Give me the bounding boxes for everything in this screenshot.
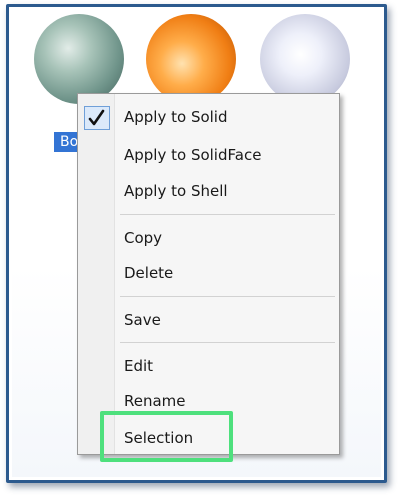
material-tile-silver-sphere[interactable] — [260, 14, 350, 104]
menu-item-delete[interactable]: Delete — [80, 256, 337, 290]
menu-item-label: Apply to Solid — [124, 108, 228, 126]
checkmark-icon — [84, 106, 110, 130]
material-tile-green-sphere[interactable] — [34, 14, 124, 104]
menu-item-apply-to-solid[interactable]: Apply to Solid — [80, 100, 337, 134]
material-tile-orange-sphere[interactable] — [146, 14, 236, 104]
menu-item-label: Apply to Shell — [124, 182, 228, 200]
menu-item-save[interactable]: Save — [80, 303, 337, 337]
context-menu: Apply to Solid Apply to SolidFace Apply … — [77, 93, 340, 455]
menu-item-edit[interactable]: Edit — [80, 349, 337, 383]
menu-item-apply-to-solidface[interactable]: Apply to SolidFace — [80, 138, 337, 172]
menu-item-label: Save — [124, 311, 161, 329]
menu-item-label: Apply to SolidFace — [124, 146, 262, 164]
menu-separator — [120, 296, 335, 297]
menu-separator — [120, 342, 335, 343]
menu-item-label: Delete — [124, 264, 174, 282]
selection-highlight-box — [100, 411, 233, 462]
menu-item-apply-to-shell[interactable]: Apply to Shell — [80, 174, 337, 208]
menu-item-copy[interactable]: Copy — [80, 221, 337, 255]
menu-item-label: Copy — [124, 229, 163, 247]
menu-separator — [120, 214, 335, 215]
menu-item-label: Edit — [124, 357, 154, 375]
